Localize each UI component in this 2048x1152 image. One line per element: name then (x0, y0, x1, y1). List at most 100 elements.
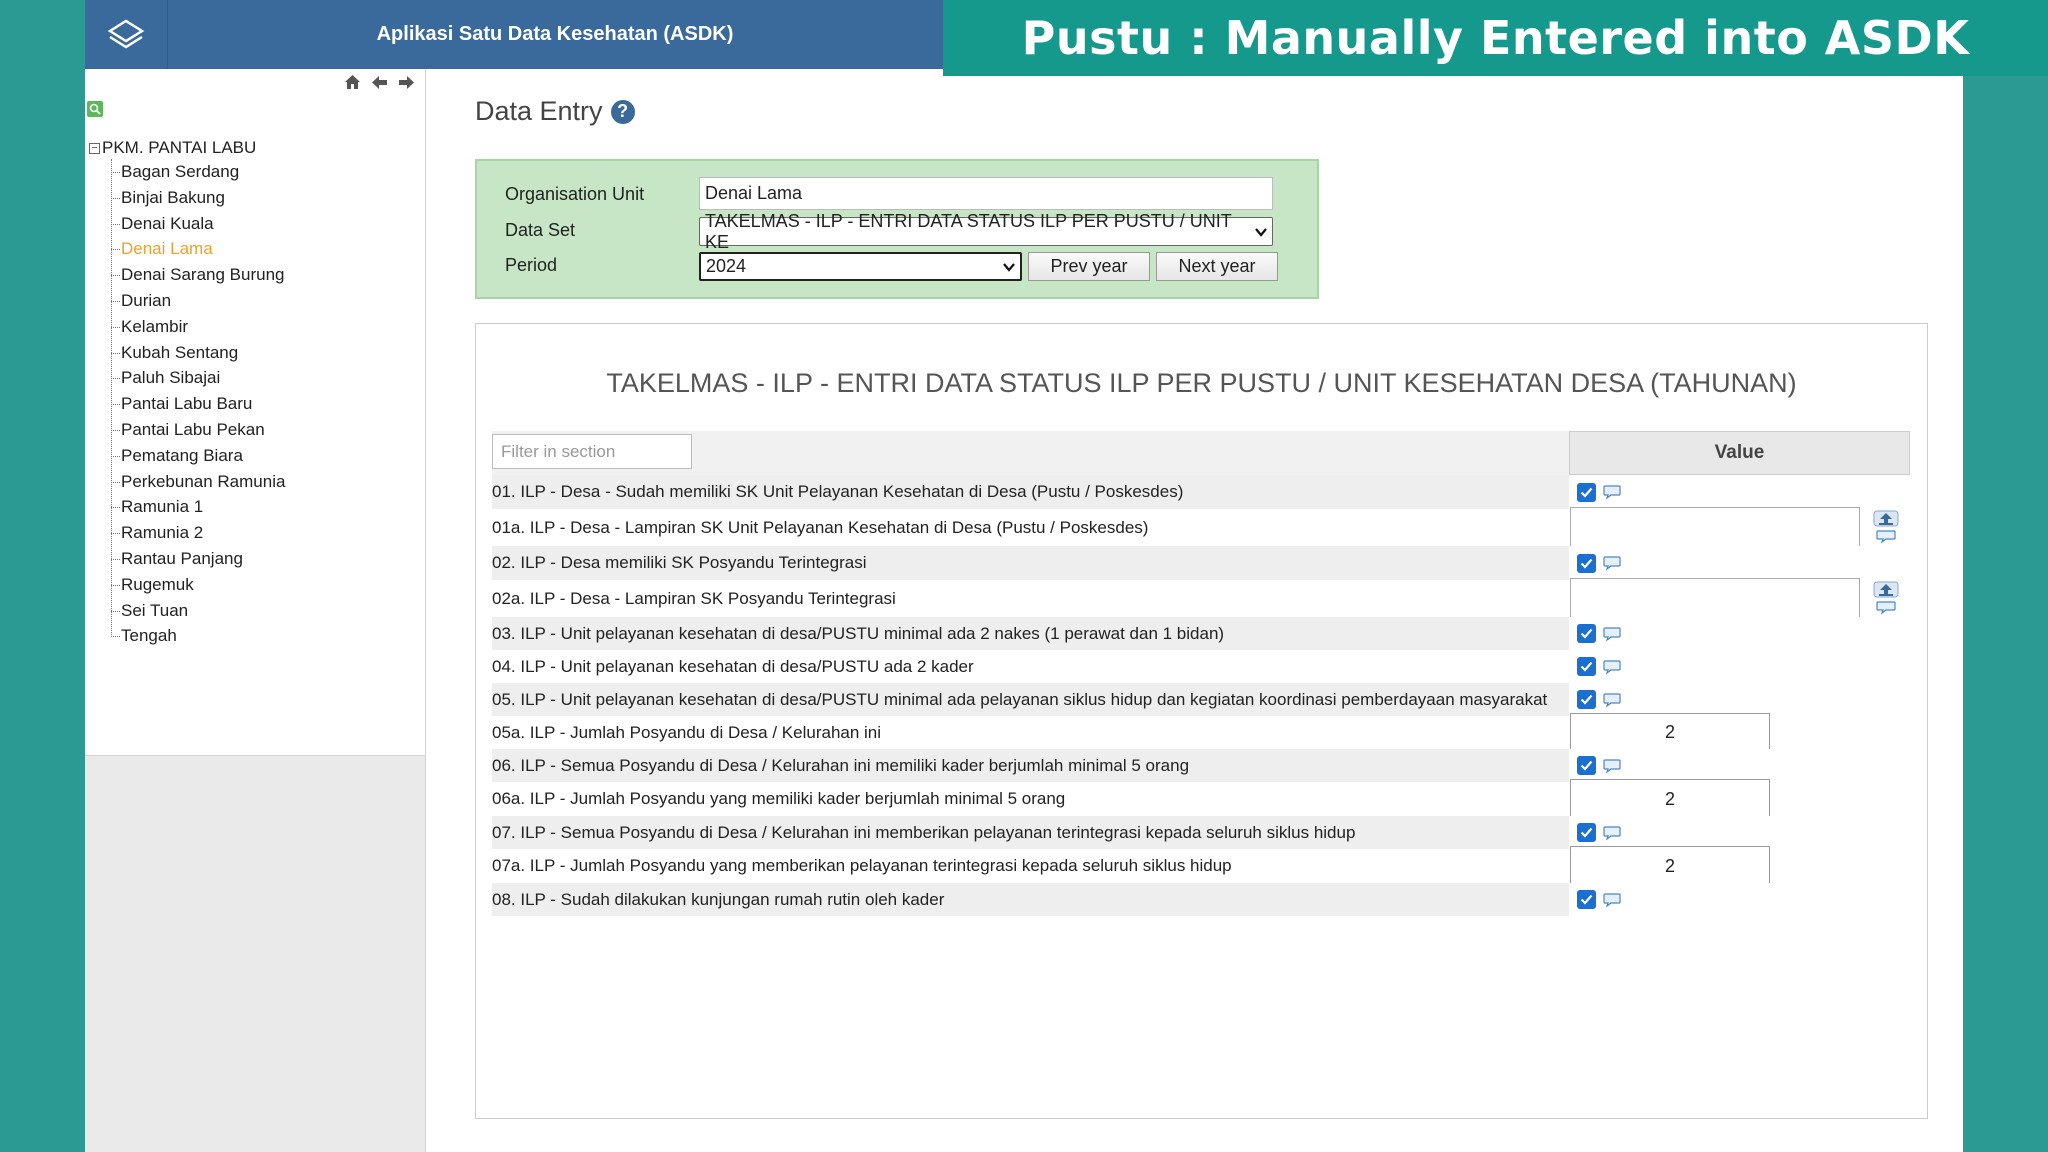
chevron-down-icon (1003, 259, 1015, 275)
tree-item[interactable]: Pantai Labu Baru (111, 391, 285, 417)
comment-icon[interactable] (1602, 825, 1622, 841)
comment-icon[interactable] (1602, 626, 1622, 642)
tree-item[interactable]: Binjai Bakung (111, 185, 285, 211)
tree-item[interactable]: Durian (111, 288, 285, 314)
value-cell: 2 (1569, 846, 1908, 886)
selection-form: Organisation Unit Denai Lama Data Set TA… (475, 159, 1319, 299)
comment-icon[interactable] (1602, 892, 1622, 908)
comment-icon[interactable] (1602, 692, 1622, 708)
tree-item[interactable]: Tengah (111, 623, 285, 649)
period-select[interactable]: 2024 (699, 252, 1022, 281)
data-element-row: 07a. ILP - Jumlah Posyandu yang memberik… (492, 846, 1908, 886)
data-element-label: 01a. ILP - Desa - Lampiran SK Unit Pelay… (492, 517, 1149, 537)
tree-item[interactable]: Rantau Panjang (111, 546, 285, 572)
value-column-header: Value (1569, 431, 1910, 475)
org-unit-label: Organisation Unit (505, 184, 645, 204)
data-element-label: 07a. ILP - Jumlah Posyandu yang memberik… (492, 856, 1232, 875)
checkbox[interactable] (1577, 690, 1596, 709)
tree-item[interactable]: Sei Tuan (111, 598, 285, 624)
number-input[interactable]: 2 (1570, 779, 1770, 819)
tree-item[interactable]: Perkebunan Ramunia (111, 469, 285, 495)
period-value: 2024 (706, 256, 747, 276)
search-icon[interactable] (87, 101, 103, 117)
data-element-row: 05a. ILP - Jumlah Posyandu di Desa / Kel… (492, 712, 1908, 753)
checkbox[interactable] (1577, 890, 1596, 909)
tree-item[interactable]: Pematang Biara (111, 443, 285, 469)
tree-item[interactable]: Denai Lama (111, 236, 285, 262)
checkbox[interactable] (1577, 823, 1596, 842)
value-cell (1569, 546, 1908, 580)
data-set-label: Data Set (505, 220, 576, 240)
tree-root-label: PKM. PANTAI LABU (102, 138, 257, 157)
comment-icon[interactable] (1602, 484, 1622, 500)
layers-logo-icon[interactable] (85, 0, 168, 69)
data-element-label: 06a. ILP - Jumlah Posyandu yang memiliki… (492, 789, 1066, 808)
data-element-label: 07. ILP - Semua Posyandu di Desa / Kelur… (492, 822, 1356, 842)
tree-item[interactable]: Ramunia 1 (111, 494, 285, 520)
checkbox[interactable] (1577, 657, 1596, 676)
home-icon[interactable] (344, 74, 361, 97)
checkbox[interactable] (1577, 553, 1596, 573)
data-element-row: 07. ILP - Semua Posyandu di Desa / Kelur… (492, 816, 1908, 849)
file-input[interactable] (1570, 577, 1860, 620)
tree-item[interactable]: Kelambir (111, 314, 285, 340)
filter-input[interactable]: Filter in section (492, 434, 692, 469)
help-icon[interactable]: ? (610, 99, 635, 124)
data-set-select[interactable]: TAKELMAS - ILP - ENTRI DATA STATUS ILP P… (699, 211, 1273, 252)
data-element-label: 05a. ILP - Jumlah Posyandu di Desa / Kel… (492, 722, 882, 742)
app-header: Aplikasi Satu Data Kesehatan (ASDK) (85, 0, 943, 69)
data-element-label: 02. ILP - Desa memiliki SK Posyandu Teri… (492, 553, 867, 572)
next-year-button[interactable]: Next year (1156, 252, 1278, 281)
tree-item[interactable]: Rugemuk (111, 572, 285, 598)
data-element-label: 05. ILP - Unit pelayanan kesehatan di de… (492, 689, 1548, 709)
comment-icon[interactable] (1602, 555, 1622, 571)
data-element-row: 01a. ILP - Desa - Lampiran SK Unit Pelay… (492, 506, 1908, 549)
tree-item[interactable]: Denai Kuala (111, 211, 285, 237)
data-entry-section: TAKELMAS - ILP - ENTRI DATA STATUS ILP P… (475, 323, 1928, 1119)
data-element-label: 04. ILP - Unit pelayanan kesehatan di de… (492, 656, 974, 676)
tree-item[interactable]: Ramunia 2 (111, 520, 285, 546)
data-element-row: 01. ILP - Desa - Sudah memiliki SK Unit … (492, 475, 1908, 509)
app-title: Aplikasi Satu Data Kesehatan (ASDK) (376, 23, 734, 45)
data-element-label: 01. ILP - Desa - Sudah memiliki SK Unit … (492, 482, 1184, 501)
data-element-row: 02a. ILP - Desa - Lampiran SK Posyandu T… (492, 577, 1908, 620)
value-cell: 2 (1569, 779, 1908, 819)
tree-item[interactable]: Paluh Sibajai (111, 365, 285, 391)
tree-root[interactable]: − PKM. PANTAI LABU (89, 137, 285, 159)
chevron-down-icon (1255, 224, 1267, 240)
data-element-row: 06a. ILP - Jumlah Posyandu yang memiliki… (492, 779, 1908, 819)
period-label: Period (505, 255, 558, 275)
upload-icon[interactable] (1866, 509, 1906, 547)
data-element-label: 08. ILP - Sudah dilakukan kunjungan ruma… (492, 889, 945, 909)
arrow-left-icon[interactable] (371, 74, 388, 97)
data-element-row: 06. ILP - Semua Posyandu di Desa / Kelur… (492, 749, 1908, 782)
comment-icon[interactable] (1602, 758, 1622, 774)
tree-item[interactable]: Denai Sarang Burung (111, 262, 285, 288)
checkbox[interactable] (1577, 624, 1596, 643)
upload-icon[interactable] (1866, 580, 1906, 618)
file-input[interactable] (1570, 506, 1860, 549)
data-set-value: TAKELMAS - ILP - ENTRI DATA STATUS ILP P… (705, 210, 1232, 252)
collapse-icon[interactable]: − (89, 142, 100, 154)
section-title: TAKELMAS - ILP - ENTRI DATA STATUS ILP P… (606, 368, 1797, 398)
tree-item[interactable]: Bagan Serdang (111, 159, 285, 185)
number-input[interactable]: 2 (1570, 846, 1770, 886)
tree-children: Bagan Serdang Binjai Bakung Denai Kuala Den… (89, 159, 285, 649)
arrow-right-icon[interactable] (398, 74, 415, 97)
banner-title: Pustu : Manually Entered into ASDK (943, 0, 2048, 76)
data-element-label: 03. ILP - Unit pelayanan kesehatan di de… (492, 623, 1225, 643)
data-element-label: 06. ILP - Semua Posyandu di Desa / Kelur… (492, 755, 1190, 775)
sidebar: − PKM. PANTAI LABU Bagan Serdang Binjai B… (85, 69, 426, 1152)
value-cell (1569, 816, 1908, 849)
prev-year-button[interactable]: Prev year (1028, 252, 1150, 281)
value-cell (1569, 683, 1908, 716)
page-title: Data Entry ? (475, 96, 635, 127)
comment-icon[interactable] (1602, 659, 1622, 675)
org-unit-field[interactable]: Denai Lama (699, 177, 1273, 210)
number-input[interactable]: 2 (1570, 712, 1770, 753)
tree-item[interactable]: Kubah Sentang (111, 340, 285, 366)
tree-item[interactable]: Pantai Labu Pekan (111, 417, 285, 443)
checkbox[interactable] (1577, 756, 1596, 775)
checkbox[interactable] (1577, 482, 1596, 502)
value-cell: 2 (1569, 712, 1908, 753)
